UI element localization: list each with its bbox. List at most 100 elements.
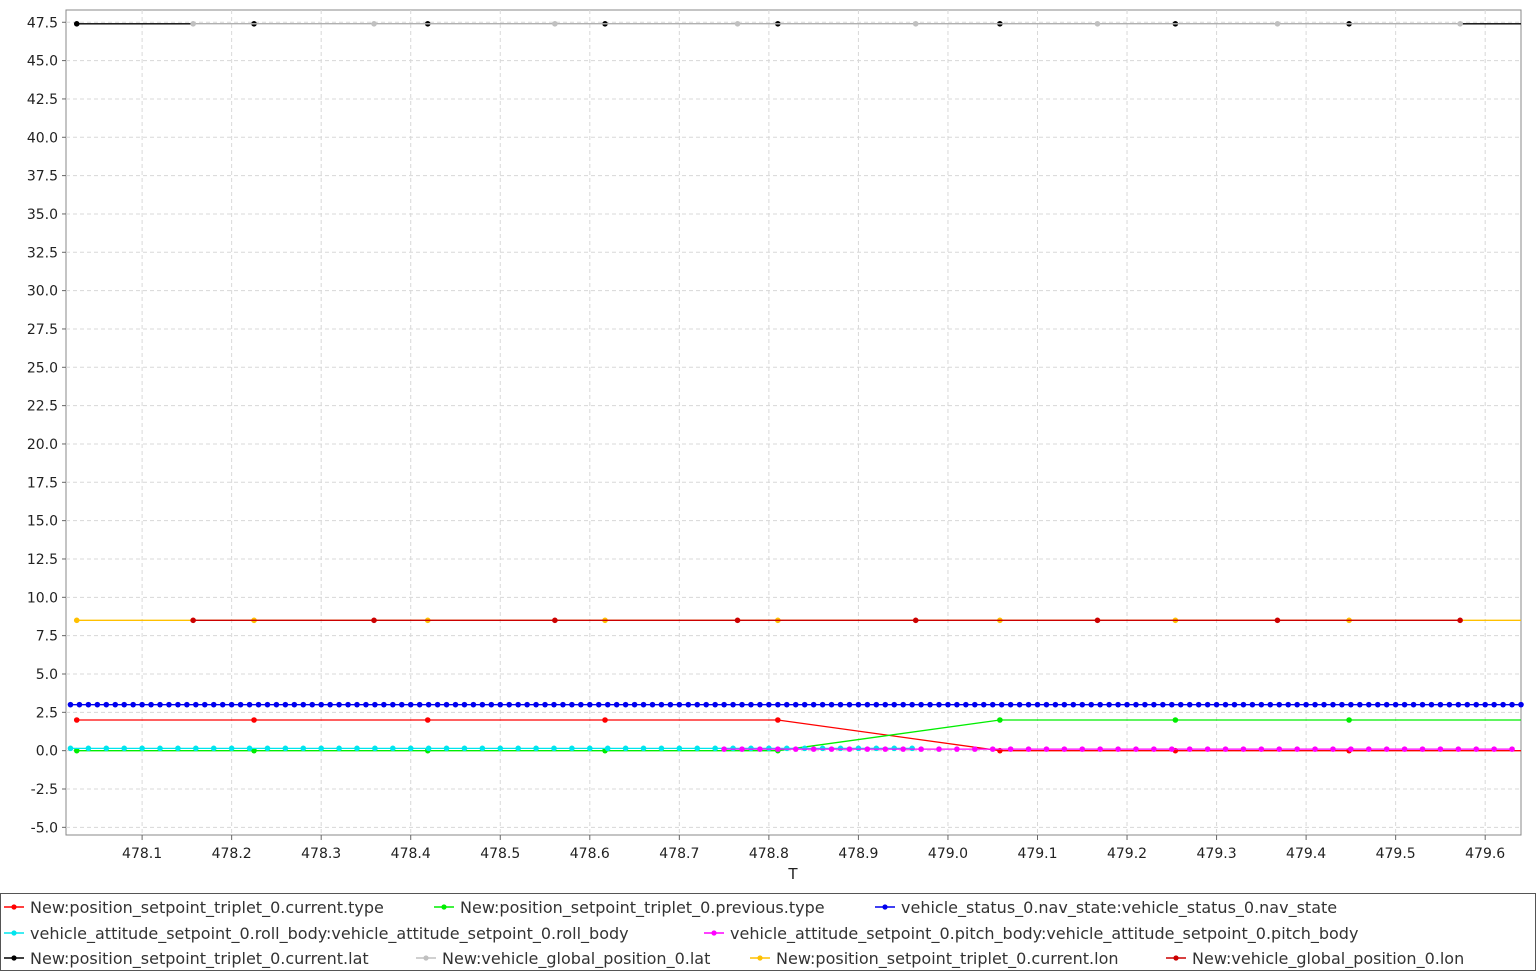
data-point bbox=[1177, 701, 1184, 708]
data-point bbox=[73, 717, 80, 723]
data-point bbox=[363, 701, 369, 708]
y-tick-label: 2.5 bbox=[36, 705, 58, 721]
series-2 bbox=[67, 701, 1524, 708]
data-point bbox=[1500, 701, 1506, 708]
x-tick-label: 479.4 bbox=[1286, 846, 1326, 862]
data-point bbox=[560, 701, 566, 708]
data-point bbox=[658, 701, 665, 708]
data-point bbox=[712, 745, 718, 752]
y-tick-label: 0.0 bbox=[36, 744, 58, 760]
data-point bbox=[864, 746, 871, 752]
data-point bbox=[497, 745, 504, 752]
data-point bbox=[1392, 701, 1399, 708]
data-point bbox=[139, 745, 145, 752]
data-point bbox=[810, 746, 817, 752]
data-point bbox=[613, 701, 620, 708]
data-point bbox=[837, 701, 844, 708]
data-point bbox=[1473, 701, 1480, 708]
data-point bbox=[318, 701, 324, 708]
data-point bbox=[587, 745, 593, 752]
data-point bbox=[1106, 701, 1112, 708]
data-point bbox=[667, 701, 674, 708]
data-point bbox=[1169, 746, 1175, 752]
data-point bbox=[846, 701, 853, 708]
data-point bbox=[819, 745, 826, 752]
data-point bbox=[757, 701, 763, 708]
x-tick-label: 479.5 bbox=[1376, 846, 1416, 862]
data-point bbox=[730, 745, 736, 752]
data-point bbox=[1428, 701, 1435, 708]
data-point bbox=[734, 21, 741, 27]
legend-label: vehicle_attitude_setpoint_0.pitch_body:v… bbox=[730, 924, 1358, 944]
data-point bbox=[175, 745, 181, 752]
data-point bbox=[1410, 701, 1417, 708]
data-point bbox=[425, 745, 432, 752]
y-tick-label: 47.5 bbox=[27, 15, 58, 31]
data-point bbox=[734, 617, 741, 624]
data-point bbox=[864, 701, 871, 708]
data-point bbox=[1043, 701, 1050, 708]
data-point bbox=[479, 745, 486, 752]
data-point bbox=[909, 745, 915, 752]
data-point bbox=[1457, 617, 1463, 624]
data-point bbox=[354, 701, 360, 708]
legend-swatch-dot bbox=[423, 955, 429, 961]
y-tick-label: 10.0 bbox=[27, 590, 58, 606]
data-point bbox=[676, 701, 683, 708]
data-point bbox=[855, 745, 862, 752]
data-point bbox=[775, 717, 781, 723]
data-point bbox=[1115, 701, 1121, 708]
data-point bbox=[712, 701, 718, 708]
data-point bbox=[1294, 701, 1300, 708]
data-point bbox=[1346, 717, 1352, 723]
data-point bbox=[497, 701, 504, 708]
data-point bbox=[775, 746, 781, 752]
data-point bbox=[703, 701, 709, 708]
data-point bbox=[676, 745, 683, 752]
data-point bbox=[1025, 701, 1032, 708]
data-point bbox=[157, 745, 163, 752]
data-point bbox=[954, 746, 960, 752]
y-tick-label: 30.0 bbox=[27, 284, 58, 300]
data-point bbox=[989, 701, 996, 708]
legend-label: New:vehicle_global_position_0.lon bbox=[1192, 949, 1464, 969]
data-point bbox=[76, 701, 83, 708]
data-point bbox=[1070, 701, 1077, 708]
data-point bbox=[578, 701, 584, 708]
data-point bbox=[251, 717, 257, 723]
data-point bbox=[1249, 701, 1256, 708]
legend-swatch-dot bbox=[882, 904, 888, 910]
data-point bbox=[604, 745, 611, 752]
data-point bbox=[640, 745, 647, 752]
x-tick-label: 478.9 bbox=[838, 846, 878, 862]
data-point bbox=[1491, 746, 1497, 752]
data-point bbox=[1446, 701, 1453, 708]
data-point bbox=[912, 617, 919, 624]
data-point bbox=[980, 701, 987, 708]
data-point bbox=[1258, 746, 1265, 752]
data-point bbox=[1142, 701, 1148, 708]
data-point bbox=[1115, 746, 1121, 752]
data-point bbox=[443, 745, 450, 752]
data-point bbox=[739, 746, 745, 752]
data-point bbox=[604, 701, 611, 708]
legend-label: vehicle_status_0.nav_state:vehicle_statu… bbox=[901, 898, 1337, 918]
data-point bbox=[67, 701, 74, 708]
y-tick-label: 15.0 bbox=[27, 514, 58, 530]
data-point bbox=[963, 701, 969, 708]
data-point bbox=[801, 701, 808, 708]
x-tick-label: 478.6 bbox=[570, 846, 610, 862]
data-point bbox=[1473, 746, 1480, 752]
x-axis-title: T bbox=[787, 865, 798, 883]
legend-swatch-dot bbox=[11, 930, 17, 936]
y-tick-label: 35.0 bbox=[27, 207, 58, 223]
data-point bbox=[1274, 21, 1281, 27]
data-point bbox=[407, 745, 414, 752]
data-point bbox=[1240, 746, 1247, 752]
data-point bbox=[1133, 701, 1139, 708]
y-tick-label: 32.5 bbox=[27, 245, 58, 261]
x-axis: 478.1 478.2 478.3 478.4 478.5 478.6 478.7 478.8… bbox=[122, 835, 1505, 862]
data-point bbox=[837, 745, 844, 752]
data-point bbox=[918, 701, 924, 708]
data-point bbox=[810, 701, 817, 708]
